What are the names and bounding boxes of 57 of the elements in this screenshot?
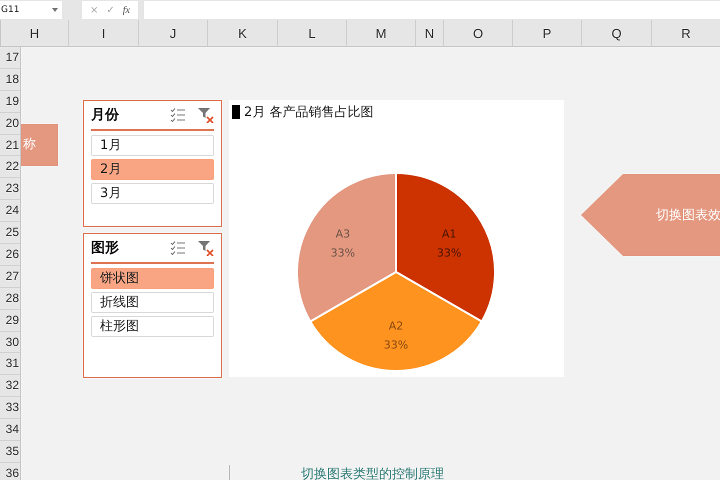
slicer-title: 月份 — [91, 106, 120, 124]
row-header[interactable]: 28 — [0, 288, 20, 310]
row-header[interactable]: 33 — [0, 397, 20, 420]
column-header[interactable]: H — [1, 20, 69, 46]
column-header[interactable]: N — [416, 20, 444, 46]
row-header[interactable]: 17 — [0, 47, 20, 69]
column-header[interactable]: M — [347, 20, 416, 46]
row-header[interactable]: 32 — [0, 375, 20, 398]
rectangle-shape: 称 — [21, 124, 58, 166]
row-header[interactable]: 25 — [0, 222, 20, 244]
row-header[interactable]: 31 — [0, 353, 20, 376]
column-header[interactable]: O — [444, 20, 513, 46]
row-header[interactable]: 22 — [0, 156, 20, 178]
row-header[interactable]: 18 — [0, 68, 20, 91]
slice-label: A2 — [388, 319, 404, 332]
slicer-item[interactable]: 饼状图 — [91, 268, 214, 289]
slice-value: 33% — [436, 246, 462, 260]
clear-filter-icon[interactable] — [198, 107, 214, 123]
slice-value: 33% — [330, 246, 356, 260]
column-header[interactable]: R — [652, 20, 720, 46]
column-header[interactable]: L — [278, 20, 347, 46]
row-header[interactable]: 34 — [0, 419, 20, 442]
row-header[interactable]: 27 — [0, 266, 20, 288]
chart-title: 2月 各产品销售占比图 — [244, 104, 374, 121]
row-header[interactable]: 35 — [0, 441, 20, 463]
name-box[interactable]: G11 — [0, 1, 62, 19]
row-header[interactable]: 20 — [0, 112, 20, 135]
row-header[interactable]: 29 — [0, 310, 20, 332]
row-header[interactable]: 24 — [0, 200, 20, 222]
slicer-item[interactable]: 折线图 — [91, 292, 214, 313]
clear-filter-icon[interactable] — [198, 240, 214, 256]
row-header[interactable]: 26 — [0, 244, 20, 266]
column-header[interactable]: Q — [582, 20, 652, 46]
formula-input[interactable] — [144, 1, 720, 19]
multi-select-icon[interactable] — [170, 108, 186, 122]
row-header[interactable]: 19 — [0, 90, 20, 113]
multi-select-icon[interactable] — [170, 241, 186, 255]
caption-text: 切换图表类型的控制原理 — [301, 466, 444, 480]
insert-function-button[interactable]: fx — [122, 4, 130, 16]
row-header[interactable]: 30 — [0, 332, 20, 354]
title-marker-icon — [232, 105, 240, 119]
slice-value: 33% — [384, 338, 408, 352]
slice-label: A1 — [442, 227, 456, 240]
column-header[interactable]: I — [69, 20, 139, 46]
column-header[interactable]: P — [513, 20, 582, 46]
dropdown-icon[interactable] — [52, 8, 58, 12]
slicer-item[interactable]: 2月 — [91, 159, 214, 180]
slicer-title: 图形 — [91, 239, 120, 257]
row-header[interactable]: 23 — [0, 178, 20, 200]
column-header[interactable]: K — [208, 20, 278, 46]
slice-label: A3 — [336, 227, 350, 240]
slicer-item[interactable]: 柱形图 — [91, 316, 214, 337]
slicer-item[interactable]: 1月 — [91, 135, 214, 156]
slicer-item[interactable]: 3月 — [91, 183, 214, 204]
column-header[interactable]: J — [139, 20, 208, 46]
row-header[interactable]: 36 — [0, 462, 20, 480]
row-header[interactable]: 21 — [0, 134, 20, 156]
